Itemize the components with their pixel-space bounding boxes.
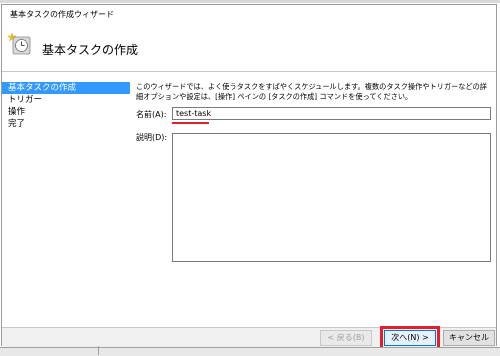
step-trigger[interactable]: トリガー — [2, 94, 130, 106]
title-bar: 基本タスクの作成ウィザード — [2, 5, 496, 23]
name-label: 名前(A): — [136, 110, 167, 119]
step-action[interactable]: 操作 — [2, 106, 130, 118]
background-window-divider — [98, 346, 249, 355]
name-highlight-underline — [172, 122, 209, 124]
description-label: 説明(D): — [136, 133, 168, 142]
wizard-header: 基本タスクの作成 — [2, 23, 496, 72]
task-scheduler-clock-icon — [8, 32, 31, 55]
wizard-content: 基本タスクの作成 トリガー 操作 完了 このウィザードでは、よく使うタスクをすば… — [2, 72, 496, 327]
wizard-page-title: 基本タスクの作成 — [42, 43, 139, 57]
background-window-edge — [0, 0, 500, 3]
wizard-description: このウィザードでは、よく使うタスクをすばやくスケジュールします。複数のタスク操作… — [136, 82, 487, 101]
description-textarea[interactable] — [172, 133, 491, 262]
name-input[interactable] — [172, 107, 491, 120]
window-title: 基本タスクの作成ウィザード — [10, 10, 114, 19]
cancel-button[interactable]: キャンセル — [443, 330, 495, 346]
step-finish[interactable]: 完了 — [2, 118, 130, 130]
button-bar: < 戻る(B) 次へ(N) > キャンセル — [2, 326, 496, 350]
back-button[interactable]: < 戻る(B) — [320, 330, 372, 346]
next-button[interactable]: 次へ(N) > — [384, 330, 436, 346]
step-create-basic-task[interactable]: 基本タスクの作成 — [2, 82, 130, 94]
wizard-window: 基本タスクの作成ウィザード 基本タスクの作成 基本タスクの作成 トリガー 操作 … — [1, 4, 497, 350]
wizard-steps-list: 基本タスクの作成 トリガー 操作 完了 — [2, 82, 130, 130]
